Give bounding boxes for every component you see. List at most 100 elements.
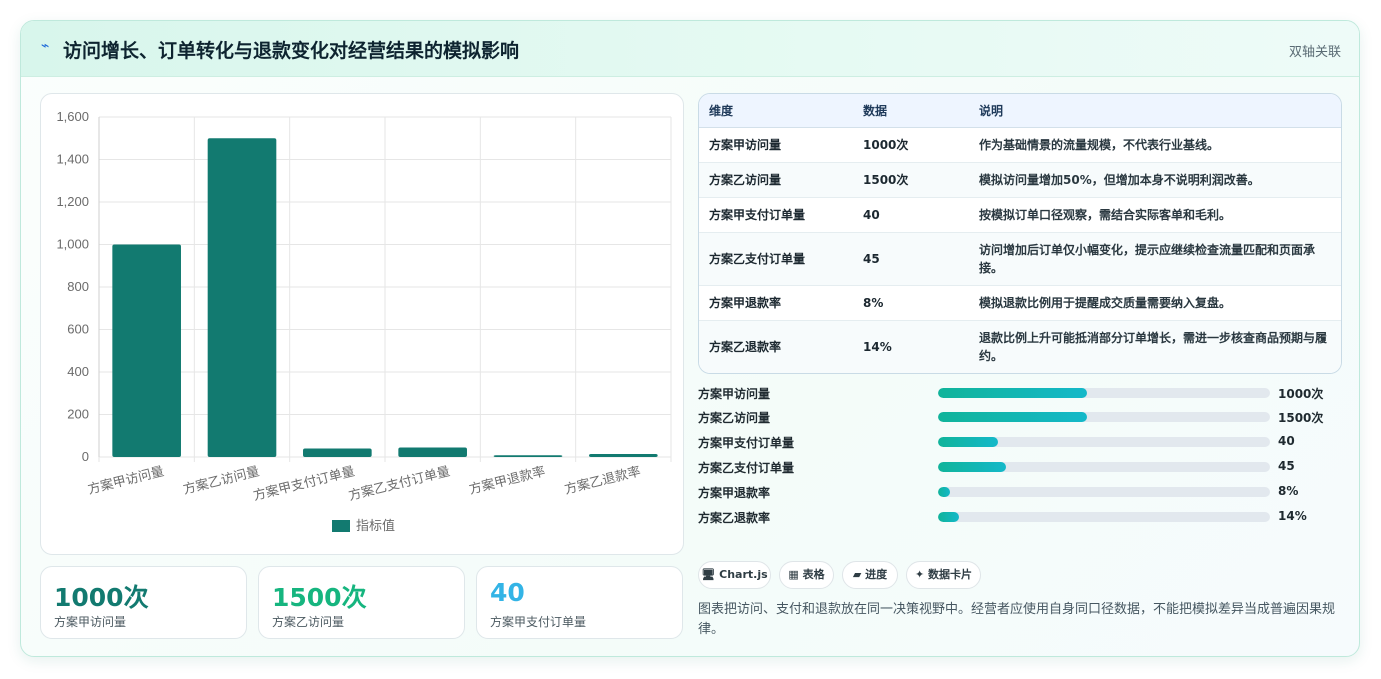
x-tick-label: 方案乙访问量 <box>181 463 260 496</box>
card-header: ⌁ 访问增长、订单转化与退款变化对经营结果的模拟影响 双轴关联 <box>21 21 1359 77</box>
table-cell-data: 40 <box>853 197 969 233</box>
table-row: 方案乙退款率 14% 退款比例上升可能抵消部分订单增长，需进一步核查商品预期与履… <box>699 320 1341 373</box>
table-row: 方案甲支付订单量 40 按模拟订单口径观察，需结合实际客单和毛利。 <box>699 197 1341 233</box>
progress-value: 40 <box>1278 434 1295 448</box>
stat-value: 1500次 <box>272 583 367 612</box>
stat-card-a-visits: 1000次 方案甲访问量 <box>40 566 247 639</box>
progress-track <box>938 412 1270 422</box>
table-cell-data: 1500次 <box>853 162 969 198</box>
x-tick-label: 方案乙支付订单量 <box>347 463 452 503</box>
stat-label: 方案甲支付订单量 <box>490 615 587 629</box>
chip-label: 数据卡片 <box>928 568 973 581</box>
legend-label[interactable]: 指标值 <box>356 518 395 533</box>
card-title: 访问增长、订单转化与退款变化对经营结果的模拟影响 <box>63 40 520 62</box>
stat-value: 40 <box>490 578 525 607</box>
table-header-dimension: 维度 <box>699 94 853 128</box>
y-tick-label: 800 <box>67 279 89 294</box>
progress-label: 方案乙支付订单量 <box>698 461 795 475</box>
table-row: 方案甲退款率 8% 模拟退款比例用于提醒成交质量需要纳入复盘。 <box>699 285 1341 321</box>
y-tick-label: 200 <box>67 407 89 422</box>
table-header-data: 数据 <box>853 94 969 128</box>
data-table: 维度 数据 说明 方案甲访问量 1000次 作为基础情景的流量规模，不代表行业基… <box>698 93 1342 374</box>
table-cell-dimension: 方案甲退款率 <box>699 285 853 321</box>
table-row: 方案乙支付订单量 45 访问增加后订单仅小幅变化，提示应继续检查流量匹配和页面承… <box>699 232 1341 286</box>
bar-chart: 0 200 400 600 800 1,000 1,200 1,400 1,600 方案甲访问量方… <box>40 93 684 555</box>
chip-chartjs: 🖥 Chart.js <box>698 561 771 589</box>
progress-icon: ▰ <box>852 568 862 581</box>
table-cell-dimension: 方案乙支付订单量 <box>699 232 853 286</box>
table-cell-description: 退款比例上升可能抵消部分订单增长，需进一步核查商品预期与履约。 <box>969 320 1341 373</box>
progress-fill <box>938 512 959 522</box>
bar[interactable] <box>207 138 277 457</box>
progress-track <box>938 462 1270 472</box>
bar[interactable] <box>493 455 563 457</box>
stat-label: 方案乙访问量 <box>272 615 345 629</box>
table-cell-data: 1000次 <box>853 127 969 163</box>
progress-row-b-orders: 方案乙支付订单量 45 <box>698 457 1342 477</box>
progress-value: 1000次 <box>1278 387 1324 401</box>
progress-label: 方案乙访问量 <box>698 411 771 425</box>
sparkle-icon: ✦ <box>914 568 925 581</box>
chip-data-card: ✦ 数据卡片 <box>906 561 981 589</box>
y-tick-label: 1,200 <box>56 194 89 209</box>
progress-row-b-refund: 方案乙退款率 14% <box>698 507 1342 527</box>
progress-fill <box>938 388 1088 398</box>
table-cell-dimension: 方案甲访问量 <box>699 127 853 163</box>
legend-swatch[interactable] <box>332 520 350 532</box>
y-tick-label: 400 <box>67 364 89 379</box>
progress-fill <box>938 437 998 447</box>
footnote: 图表把访问、支付和退款放在同一决策视野中。经营者应使用自身同口径数据，不能把模拟… <box>698 602 1336 637</box>
table-cell-dimension: 方案乙访问量 <box>699 162 853 198</box>
y-tick-label: 1,000 <box>56 237 89 252</box>
progress-label: 方案甲访问量 <box>698 387 771 401</box>
progress-value: 45 <box>1278 459 1295 473</box>
y-tick-label: 0 <box>82 449 89 464</box>
progress-value: 14% <box>1278 509 1307 523</box>
x-tick-label: 方案甲访问量 <box>86 463 165 496</box>
progress-label: 方案乙退款率 <box>698 511 771 525</box>
progress-value: 8% <box>1278 484 1299 498</box>
progress-fill <box>938 487 950 497</box>
bar-chart-svg: 02004006008001,0001,2001,4001,600方案甲访问量方… <box>56 109 672 533</box>
table-cell-dimension: 方案乙退款率 <box>699 320 853 373</box>
table-cell-data: 14% <box>853 320 969 373</box>
y-tick-label: 1,400 <box>56 152 89 167</box>
progress-row-a-visits: 方案甲访问量 1000次 <box>698 383 1342 403</box>
progress-row-a-orders: 方案甲支付订单量 40 <box>698 432 1342 452</box>
dual-axis-tag: 双轴关联 <box>1288 45 1341 60</box>
progress-value: 1500次 <box>1278 411 1324 425</box>
table-cell-description: 作为基础情景的流量规模，不代表行业基线。 <box>969 127 1341 163</box>
bar[interactable] <box>398 447 467 457</box>
progress-fill <box>938 412 1088 422</box>
progress-label: 方案甲支付订单量 <box>698 436 795 450</box>
chip-label: 表格 <box>802 568 825 581</box>
chip-label: 进度 <box>865 568 888 581</box>
progress-track <box>938 388 1270 398</box>
table-icon: ▦ <box>788 568 799 581</box>
bar[interactable] <box>112 244 181 458</box>
table-header-description: 说明 <box>969 94 1341 128</box>
x-tick-label: 方案乙退款率 <box>563 463 642 496</box>
chip-table: ▦ 表格 <box>779 561 834 589</box>
bar[interactable] <box>303 448 372 458</box>
progress-fill <box>938 462 1007 472</box>
monitor-icon: 🖥 <box>701 568 716 581</box>
x-tick-label: 方案甲退款率 <box>467 463 546 496</box>
chip-label: Chart.js <box>719 568 768 581</box>
stat-label: 方案甲访问量 <box>54 615 127 629</box>
progress-row-b-visits: 方案乙访问量 1500次 <box>698 407 1342 427</box>
stat-card-b-visits: 1500次 方案乙访问量 <box>258 566 465 639</box>
table-cell-description: 模拟退款比例用于提醒成交质量需要纳入复盘。 <box>969 285 1341 321</box>
dashboard-card: ⌁ 访问增长、订单转化与退款变化对经营结果的模拟影响 双轴关联 0 200 400 6… <box>20 20 1360 657</box>
y-tick-label: 1,600 <box>56 109 89 124</box>
progress-label: 方案甲退款率 <box>698 486 771 500</box>
table-row: 方案甲访问量 1000次 作为基础情景的流量规模，不代表行业基线。 <box>699 127 1341 163</box>
table-cell-description: 模拟访问量增加50%，但增加本身不说明利润改善。 <box>969 162 1341 198</box>
progress-row-a-refund: 方案甲退款率 8% <box>698 482 1342 502</box>
x-tick-label: 方案甲支付订单量 <box>252 463 357 503</box>
table-cell-description: 访问增加后订单仅小幅变化，提示应继续检查流量匹配和页面承接。 <box>969 232 1341 286</box>
progress-track <box>938 487 1270 497</box>
bar[interactable] <box>589 454 658 457</box>
table-cell-data: 45 <box>853 232 969 286</box>
table-cell-dimension: 方案甲支付订单量 <box>699 197 853 233</box>
